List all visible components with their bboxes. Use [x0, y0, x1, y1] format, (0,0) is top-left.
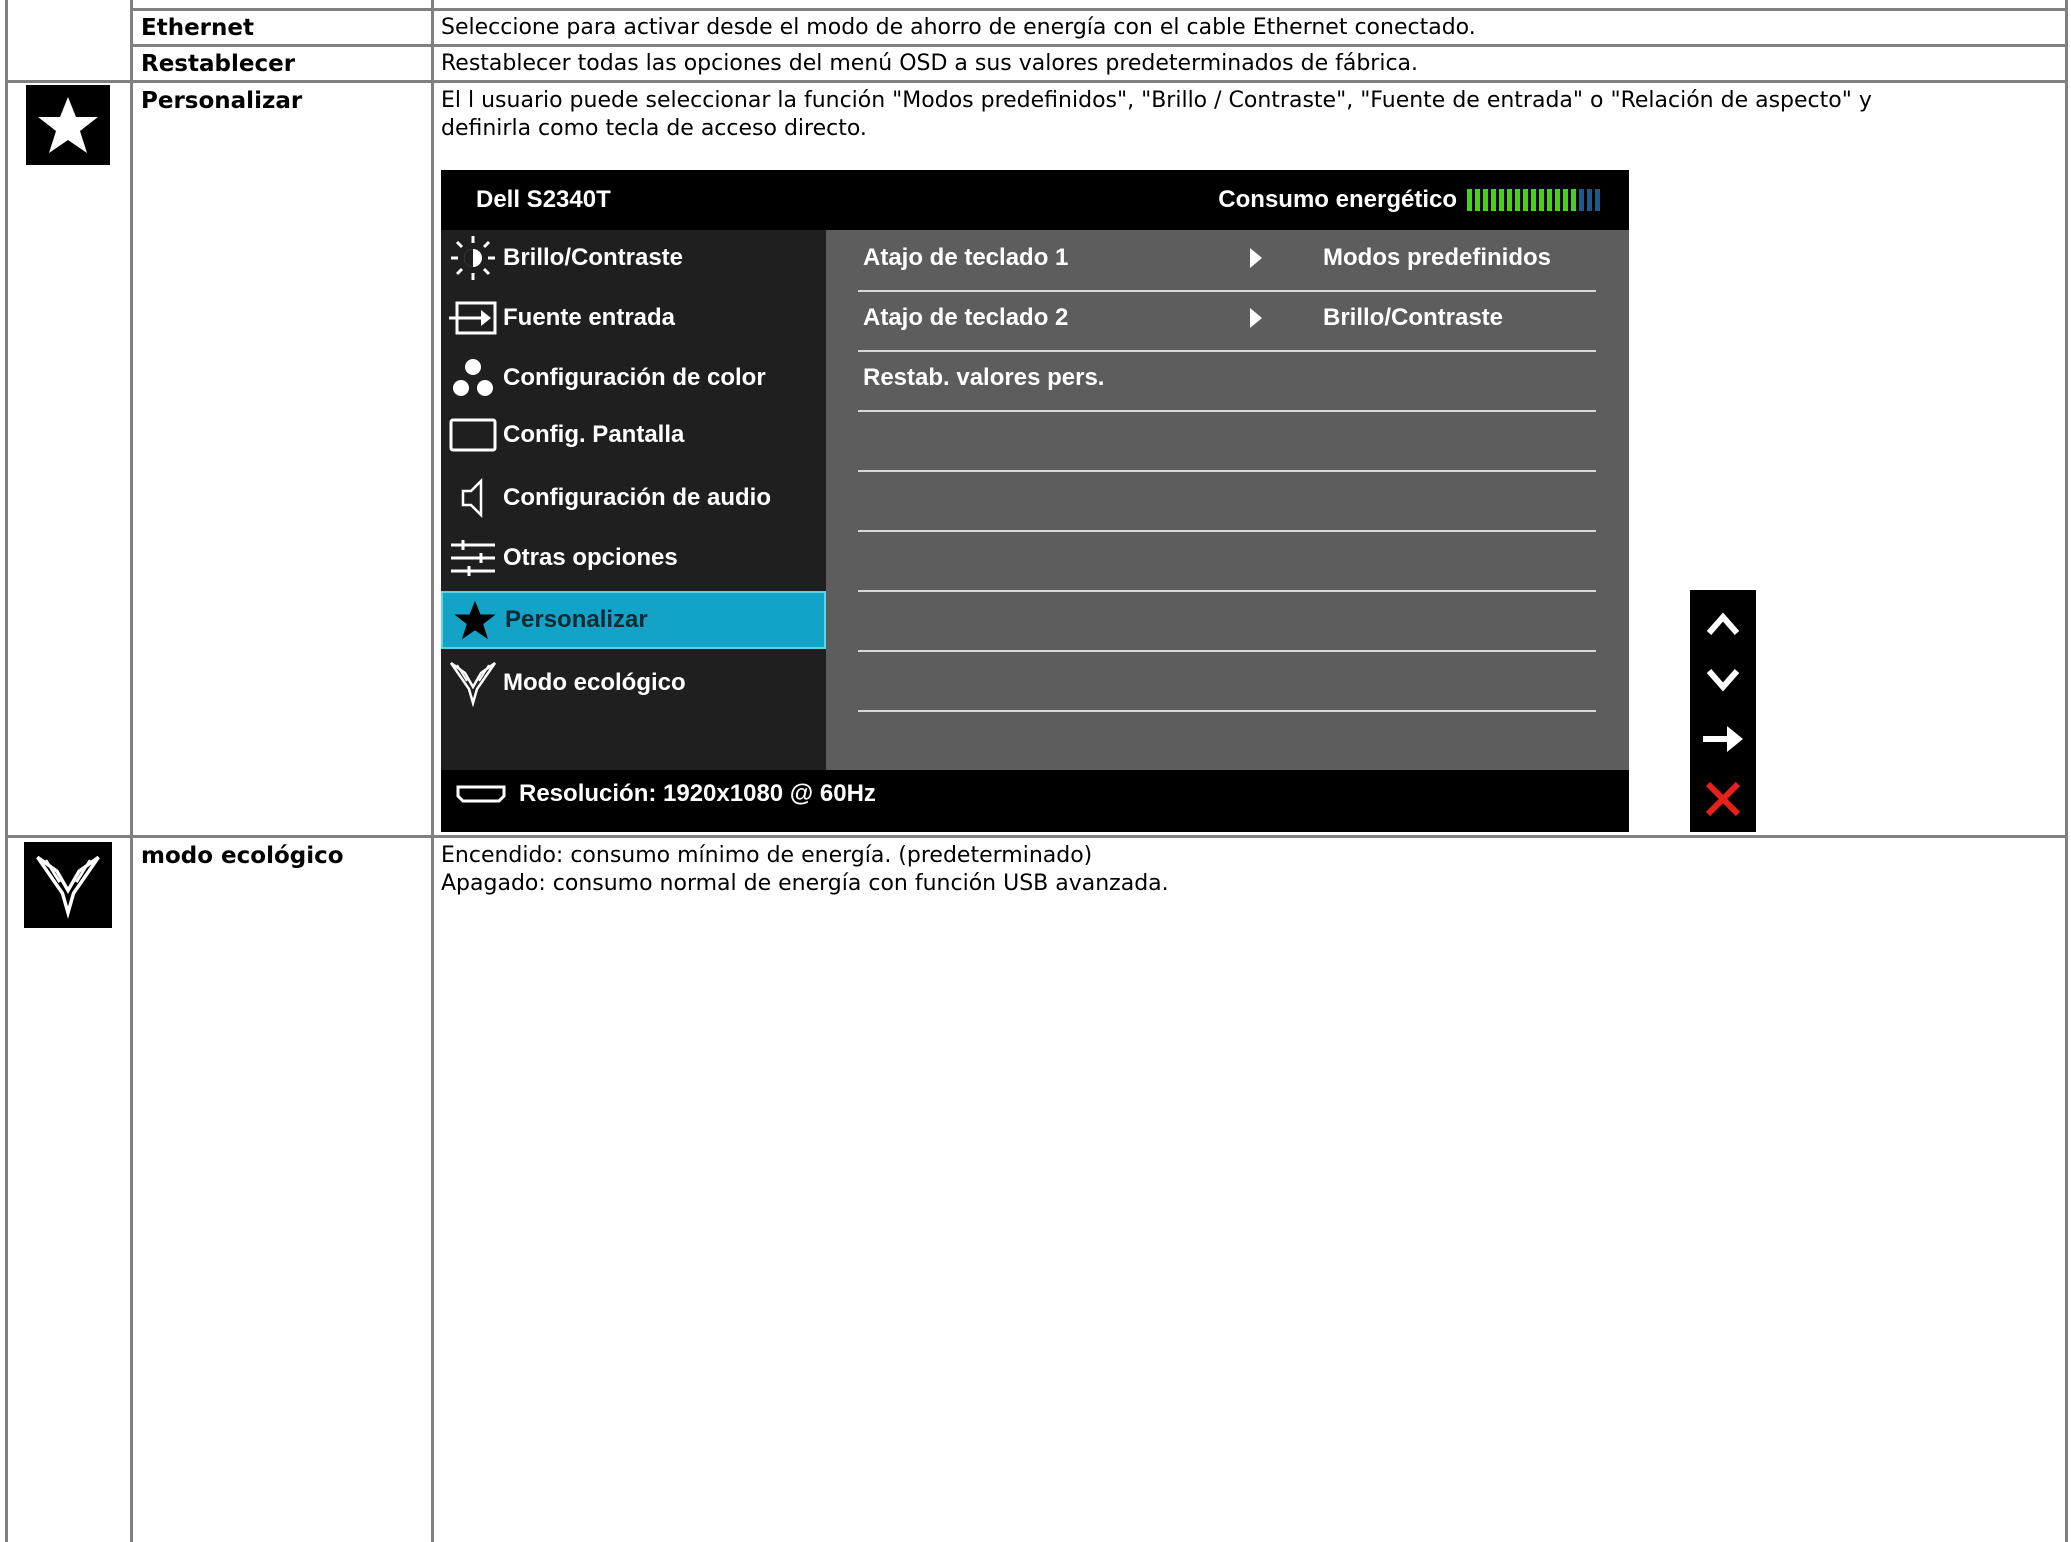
power-level-bars	[1467, 189, 1603, 211]
power-bar	[1587, 189, 1592, 211]
osd-menu-label: Config. Pantalla	[503, 421, 685, 448]
osd-submenu-label: Restab. valores pers.	[863, 364, 1105, 391]
power-bar	[1555, 189, 1560, 211]
play-arrow-icon	[1248, 246, 1264, 275]
hdmi-icon	[455, 784, 507, 804]
osd-submenu-row-empty	[858, 470, 1596, 532]
osd-submenu-row[interactable]: Atajo de teclado 2 Brillo/Contraste	[858, 290, 1596, 352]
table-border	[130, 0, 133, 1542]
power-bar	[1539, 189, 1544, 211]
osd-menu-label: Configuración de color	[503, 364, 766, 391]
power-bar	[1547, 189, 1552, 211]
osd-submenu-row[interactable]: Restab. valores pers.	[858, 350, 1596, 412]
table-border	[2065, 0, 2068, 1542]
power-bar	[1515, 189, 1520, 211]
power-bar	[1531, 189, 1536, 211]
brightness-icon	[443, 233, 503, 283]
osd-menu-item-brillo[interactable]: Brillo/Contraste	[441, 230, 826, 286]
osd-menu-item-ecologico[interactable]: Modo ecológico	[441, 655, 826, 711]
power-bar	[1595, 189, 1600, 211]
power-bar	[1523, 189, 1528, 211]
power-bar	[1475, 189, 1480, 211]
table-border	[5, 80, 2068, 83]
row-description-eco: Encendido: consumo mínimo de energía. (p…	[441, 843, 1169, 896]
osd-menu-item-color[interactable]: Configuración de color	[441, 350, 826, 406]
osd-resolution-bar: Resolución: 1920x1080 @ 60Hz	[455, 780, 876, 808]
table-border	[5, 0, 8, 1542]
osd-menu-item-pantalla[interactable]: Config. Pantalla	[441, 407, 826, 463]
power-bar	[1579, 189, 1584, 211]
row-description-personalizar: El l usuario puede seleccionar la funció…	[441, 88, 1872, 141]
star-icon	[26, 85, 110, 165]
play-arrow-icon	[1248, 306, 1264, 335]
osd-menu-label: Fuente entrada	[503, 304, 676, 331]
right-arrow-icon	[1690, 710, 1756, 768]
down-icon	[1690, 652, 1756, 710]
osd-submenu-value: Brillo/Contraste	[1323, 304, 1504, 331]
row-label-restablecer: Restablecer	[141, 51, 296, 77]
power-bar	[1571, 189, 1576, 211]
power-bar	[1467, 189, 1472, 211]
power-bar	[1483, 189, 1488, 211]
row-description-restablecer: Restablecer todas las opciones del menú …	[441, 51, 1419, 76]
osd-menu-label: Otras opciones	[503, 544, 678, 571]
osd-menu-item-fuente[interactable]: Fuente entrada	[441, 290, 826, 346]
osd-submenu: Atajo de teclado 1 Modos predefinidos At…	[826, 230, 1629, 770]
osd-resolution-text: Resolución: 1920x1080 @ 60Hz	[519, 780, 876, 807]
osd-menu-label: Personalizar	[505, 606, 648, 633]
osd-model-title: Dell S2340T	[476, 186, 611, 213]
osd-submenu-label: Atajo de teclado 1	[863, 244, 1069, 271]
osd-power-label: Consumo energético	[1218, 186, 1457, 213]
osd-menu-item-audio[interactable]: Configuración de audio	[441, 470, 826, 526]
osd-menu-item-personalizar[interactable]: Personalizar	[441, 591, 826, 649]
osd-main-menu: Brillo/Contraste Fuente entrada Configur…	[441, 230, 826, 770]
eco-mode-icon	[443, 658, 503, 708]
table-border	[5, 835, 2068, 838]
speaker-icon	[443, 473, 503, 523]
osd-submenu-row-empty	[858, 650, 1596, 712]
table-border	[130, 44, 2068, 47]
up-icon	[1690, 594, 1756, 652]
other-settings-icon	[443, 533, 503, 583]
osd-submenu-row-empty	[858, 530, 1596, 592]
osd-menu-screenshot: Dell S2340T Consumo energético Brillo/Co…	[441, 170, 1629, 832]
power-bar	[1499, 189, 1504, 211]
osd-nav-buttons	[1690, 590, 1756, 832]
star-icon	[445, 595, 505, 645]
input-source-icon	[443, 293, 503, 343]
osd-menu-label: Brillo/Contraste	[503, 244, 684, 271]
row-description-ethernet: Seleccione para activar desde el modo de…	[441, 15, 1476, 40]
power-bar	[1563, 189, 1568, 211]
row-label-personalizar: Personalizar	[141, 88, 303, 114]
osd-submenu-row-empty	[858, 590, 1596, 652]
osd-power-meter: Consumo energético	[1218, 186, 1603, 214]
row-label-eco: modo ecológico	[141, 843, 344, 869]
settings-table: Ethernet Seleccione para activar desde e…	[0, 0, 2071, 1542]
table-border	[130, 8, 2068, 11]
close-icon	[1690, 770, 1756, 828]
table-border	[431, 0, 434, 1542]
osd-submenu-row[interactable]: Atajo de teclado 1 Modos predefinidos	[858, 230, 1596, 292]
osd-submenu-value: Modos predefinidos	[1323, 244, 1551, 271]
osd-menu-label: Configuración de audio	[503, 484, 771, 511]
power-bar	[1491, 189, 1496, 211]
color-settings-icon	[443, 353, 503, 403]
osd-menu-item-otras[interactable]: Otras opciones	[441, 530, 826, 586]
osd-submenu-row-empty	[858, 410, 1596, 472]
eco-mode-icon	[24, 842, 112, 928]
power-bar	[1507, 189, 1512, 211]
row-label-ethernet: Ethernet	[141, 15, 254, 41]
osd-submenu-label: Atajo de teclado 2	[863, 304, 1069, 331]
display-settings-icon	[443, 410, 503, 460]
osd-menu-label: Modo ecológico	[503, 669, 686, 696]
